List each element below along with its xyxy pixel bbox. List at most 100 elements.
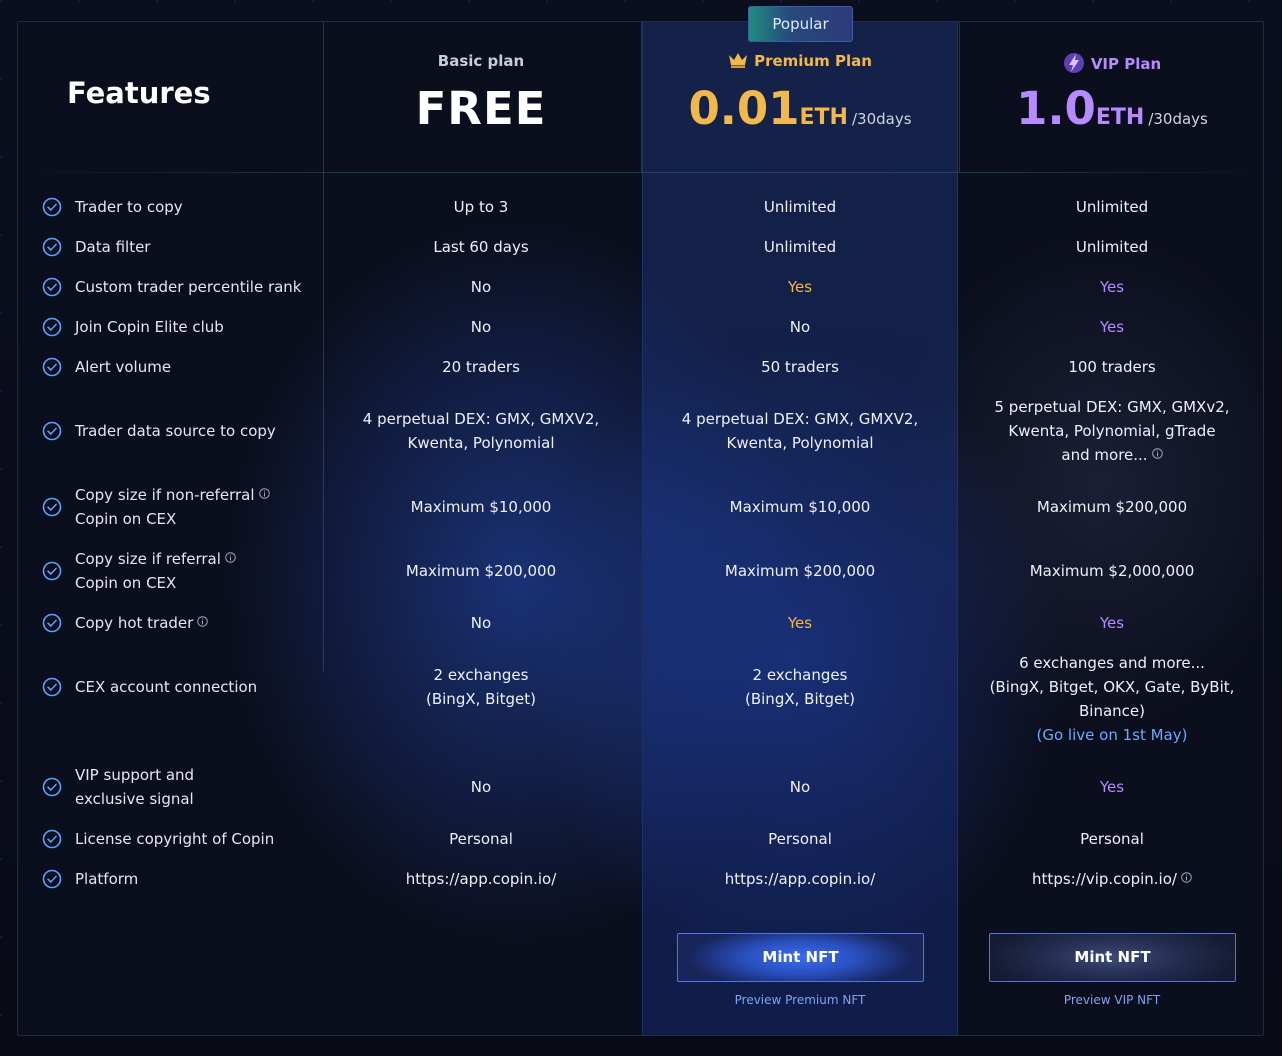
info-icon[interactable] (1181, 872, 1192, 883)
check-circle-icon (42, 277, 62, 297)
premium-value: 2 exchanges (BingX, Bitget) (641, 663, 959, 711)
basic-value: Maximum $10,000 (410, 498, 552, 516)
feature-label: Join Copin Elite club (75, 318, 224, 336)
basic-value: No (470, 614, 492, 632)
crown-icon (729, 53, 748, 68)
vip-mint-nft-button[interactable]: Mint NFT (989, 933, 1236, 982)
check-circle-icon (42, 317, 62, 337)
vip-value: 6 exchanges and more... (BingX, Bitget, … (959, 651, 1265, 747)
feature-label: Data filter (75, 238, 151, 256)
vip-value-line: (BingX, Bitget, OKX, Gate, ByBit, (989, 678, 1235, 696)
vip-value: Yes (1099, 318, 1125, 336)
check-circle-icon (42, 777, 62, 797)
vip-value: Yes (1099, 778, 1125, 796)
lightning-icon (1063, 53, 1084, 73)
premium-value: Unlimited (763, 238, 837, 256)
preview-premium-nft-link[interactable]: Preview Premium NFT (641, 993, 959, 1007)
check-circle-icon (42, 613, 62, 633)
header-divider (18, 172, 1263, 173)
premium-period: /30days (851, 110, 912, 128)
feature-label: Alert volume (75, 358, 172, 376)
basic-value: Maximum $200,000 (405, 562, 557, 580)
check-circle-icon (42, 561, 62, 581)
basic-value: No (470, 318, 492, 336)
basic-value-line: 4 perpetual DEX: GMX, GMXV2, (362, 410, 600, 428)
premium-plan-name: Premium Plan (641, 52, 959, 70)
preview-vip-nft-link[interactable]: Preview VIP NFT (959, 993, 1265, 1007)
feature-label-text: Copy size if referral (75, 550, 221, 568)
basic-platform-link[interactable]: https://app.copin.io/ (322, 867, 640, 891)
vip-more-text: and more... (1061, 446, 1148, 464)
premium-value: No (789, 318, 811, 336)
check-circle-icon (42, 677, 62, 697)
basic-value: 4 perpetual DEX: GMX, GMXV2, Kwenta, Pol… (322, 407, 640, 455)
check-circle-icon (42, 237, 62, 257)
check-circle-icon (42, 357, 62, 377)
premium-value-line: 2 exchanges (752, 666, 848, 684)
vip-value-line: Binance) (1079, 702, 1145, 720)
info-icon[interactable] (225, 552, 236, 563)
feature-label-line: Copin on CEX (75, 574, 177, 592)
vip-value: Maximum $2,000,000 (1029, 562, 1195, 580)
feature-label-line: Copin on CEX (75, 510, 177, 528)
feature-label: VIP support and exclusive signal (75, 763, 315, 811)
info-icon[interactable] (258, 488, 270, 499)
premium-value-line: (BingX, Bitget) (745, 690, 855, 708)
vip-platform: https://vip.copin.io/ (959, 867, 1265, 891)
feature-label-text: Copy size if non-referral (75, 486, 255, 504)
vip-amount: 1.0 (1016, 82, 1096, 135)
feature-label: Copy hot trader (75, 611, 315, 635)
vip-plan-label: VIP Plan (1090, 55, 1162, 73)
basic-value-line: 2 exchanges (433, 666, 529, 684)
check-circle-icon (42, 197, 62, 217)
vip-value-line: 5 perpetual DEX: GMX, GMXv2, (994, 398, 1230, 416)
check-circle-icon (42, 869, 62, 889)
feature-label: License copyright of Copin (75, 830, 275, 848)
feature-label: Copy size if referral Copin on CEX (75, 547, 315, 595)
vip-value: Yes (1099, 278, 1125, 296)
info-icon[interactable] (197, 616, 209, 627)
premium-value: Yes (787, 278, 813, 296)
vip-value: 100 traders (1068, 358, 1156, 376)
premium-value-line: 4 perpetual DEX: GMX, GMXV2, (681, 410, 919, 428)
info-icon[interactable] (1151, 448, 1163, 459)
basic-value: 2 exchanges (BingX, Bitget) (322, 663, 640, 711)
vip-price: 1.0ETH/30days (959, 82, 1265, 135)
premium-platform-link[interactable]: https://app.copin.io/ (641, 867, 959, 891)
premium-value: Yes (787, 614, 813, 632)
feature-label: Platform (75, 870, 139, 888)
feature-label-text: Copy hot trader (75, 614, 194, 632)
vip-platform-link[interactable]: https://vip.copin.io/ (1032, 870, 1177, 888)
basic-value: No (470, 278, 492, 296)
basic-value: Up to 3 (453, 198, 509, 216)
feature-label: Trader to copy (75, 198, 183, 216)
premium-value: No (789, 778, 811, 796)
basic-value: No (470, 778, 492, 796)
premium-unit: ETH (799, 105, 848, 130)
premium-value: Maximum $10,000 (729, 498, 871, 516)
feature-label-line: Copy size if referral (75, 547, 315, 571)
check-circle-icon (42, 421, 62, 441)
vip-period: /30days (1148, 110, 1208, 128)
vip-value-line: 6 exchanges and more... (1019, 654, 1205, 672)
premium-amount: 0.01 (688, 82, 800, 135)
features-title: Features (67, 76, 211, 110)
premium-price: 0.01ETH/30days (641, 82, 959, 135)
popular-badge: Popular (748, 6, 853, 42)
basic-value: Personal (449, 830, 513, 848)
vip-value: Personal (1080, 830, 1144, 848)
vip-value: Unlimited (1075, 198, 1149, 216)
feature-label: Copy size if non-referral Copin on CEX (75, 483, 315, 531)
basic-value: 20 traders (442, 358, 520, 376)
premium-value: Personal (768, 830, 832, 848)
feature-label-line: Copy size if non-referral (75, 483, 315, 507)
premium-value: 50 traders (761, 358, 839, 376)
premium-plan-label: Premium Plan (754, 52, 872, 70)
feature-label-line: VIP support and (75, 766, 195, 784)
vip-value-line: Kwenta, Polynomial, gTrade (1008, 422, 1216, 440)
basic-price: FREE (415, 82, 547, 135)
premium-mint-nft-button[interactable]: Mint NFT (677, 933, 924, 982)
basic-value-line: Kwenta, Polynomial (407, 434, 555, 452)
go-live-note: (Go live on 1st May) (1036, 726, 1188, 744)
feature-label-line: exclusive signal (75, 790, 194, 808)
